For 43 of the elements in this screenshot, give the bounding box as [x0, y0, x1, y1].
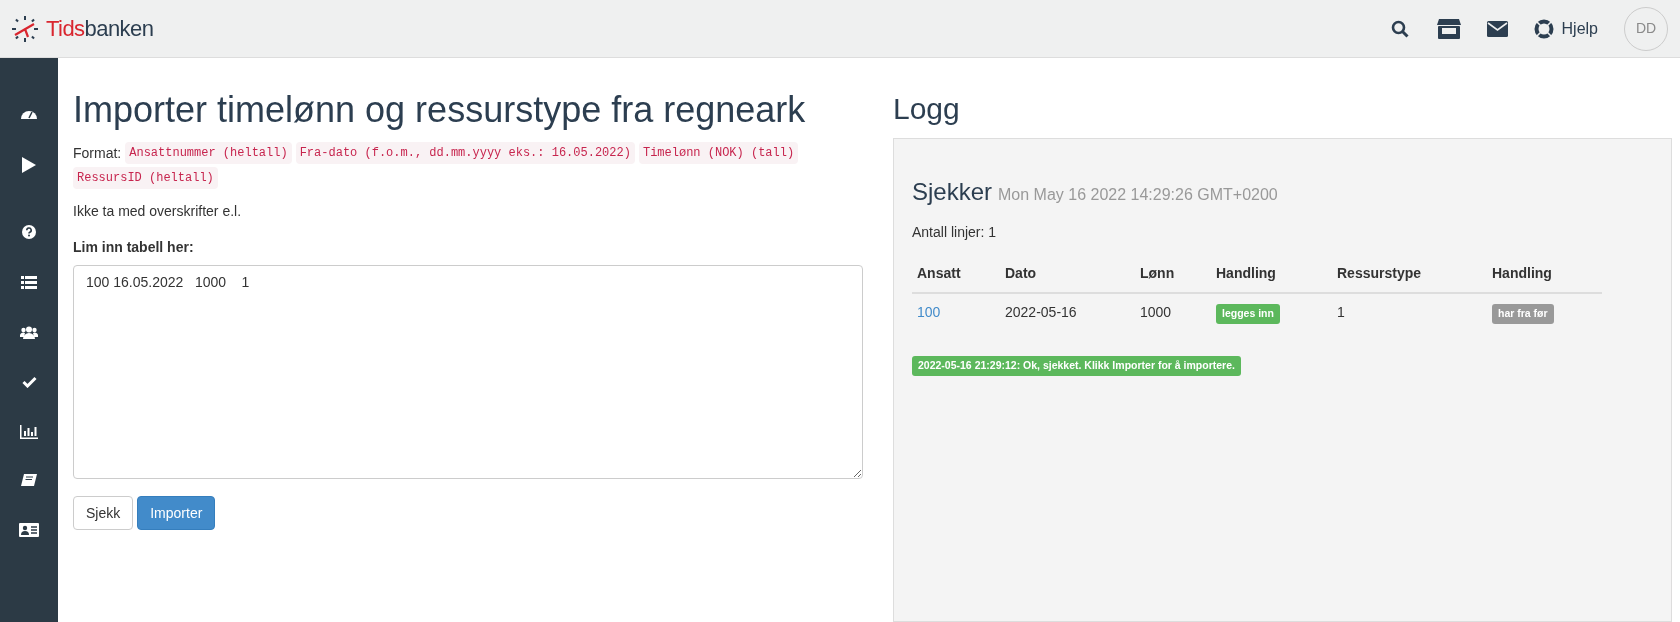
- mail-icon[interactable]: [1486, 20, 1508, 37]
- logo-text[interactable]: Tidsbanken: [46, 12, 154, 45]
- checkmark-icon[interactable]: [21, 376, 37, 388]
- list-icon[interactable]: [21, 276, 37, 289]
- column-header: Handling: [1211, 255, 1332, 293]
- check-timestamp: Mon May 16 2022 14:29:26 GMT+0200: [998, 185, 1278, 205]
- clock-logo-icon: [12, 15, 38, 42]
- format-code: Fra-dato (f.o.m., dd.mm.yyyy eks.: 16.05.2022): [295, 142, 635, 164]
- dashboard-icon[interactable]: [21, 108, 37, 120]
- bar-chart-icon[interactable]: [20, 425, 38, 439]
- check-button[interactable]: Sjekk: [73, 496, 134, 530]
- column-header: Handling: [1487, 255, 1602, 293]
- table-cell: 1000: [1140, 304, 1172, 321]
- id-card-icon[interactable]: [19, 523, 39, 537]
- table-cell: 1: [1337, 304, 1345, 321]
- lifebuoy-icon[interactable]: [1533, 18, 1554, 39]
- paste-label: Lim inn tabell her:: [73, 238, 195, 257]
- help-link[interactable]: Hjelp: [1561, 16, 1598, 41]
- column-header: Ressurstype: [1332, 255, 1487, 293]
- format-code: Timelønn (NOK) (tall): [638, 142, 799, 164]
- status-badge: har fra før: [1492, 304, 1554, 324]
- status-badge: legges inn: [1216, 304, 1280, 324]
- format-label: Format:: [73, 143, 122, 163]
- table-cell: 2022-05-16: [1005, 304, 1077, 321]
- users-icon[interactable]: [20, 326, 38, 339]
- import-button[interactable]: Importer: [137, 496, 216, 530]
- format-code: Ansattnummer (heltall): [125, 142, 292, 164]
- log-title: Logg: [893, 94, 961, 124]
- line-count: Antall linjer: 1: [912, 223, 998, 242]
- page-title: Importer timelønn og ressurstype fra regneark: [73, 92, 807, 128]
- play-icon[interactable]: [22, 157, 36, 173]
- paste-textarea[interactable]: 100 16.05.2022 1000 1: [73, 265, 863, 479]
- help-icon[interactable]: [22, 225, 36, 239]
- column-header: Dato: [1000, 255, 1135, 293]
- check-heading: Sjekker: [912, 177, 993, 207]
- status-message: 2022-05-16 21:29:12: Ok, sjekket. Klikk Importer for å importere.: [912, 355, 1241, 376]
- instruction-text: Ikke ta med overskrifter e.l.: [73, 202, 243, 221]
- format-code: RessursID (heltall): [73, 167, 218, 189]
- store-icon[interactable]: [1436, 18, 1461, 39]
- book-icon[interactable]: [21, 474, 37, 488]
- column-header: Lønn: [1135, 255, 1211, 293]
- search-icon[interactable]: [1390, 19, 1409, 38]
- column-header: Ansatt: [912, 255, 1000, 293]
